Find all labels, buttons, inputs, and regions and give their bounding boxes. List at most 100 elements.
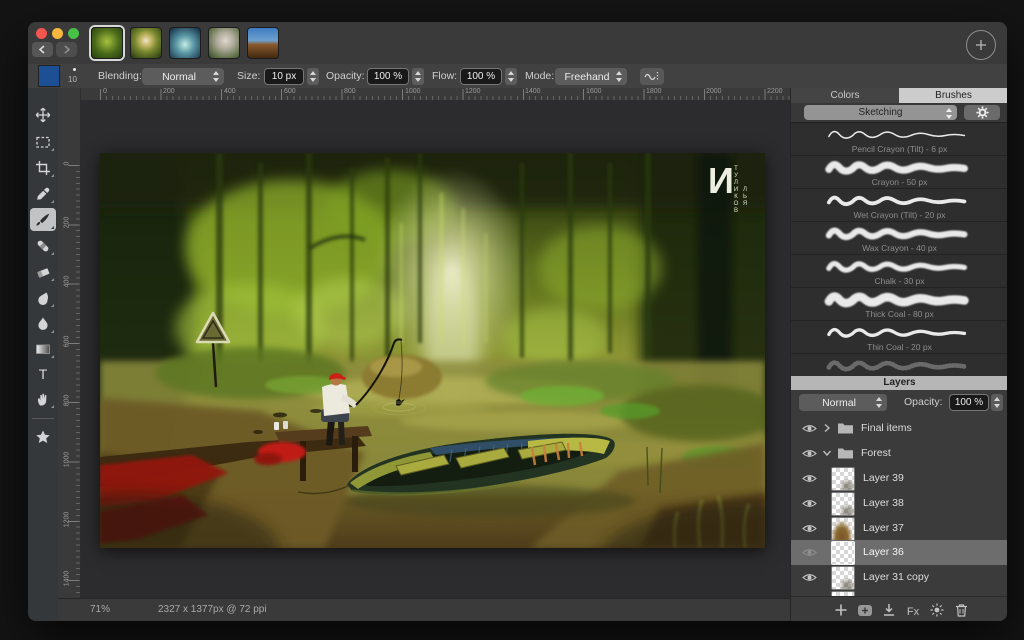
new-document-button[interactable]: [966, 30, 996, 60]
layer-row[interactable]: Layer 38: [791, 491, 1007, 517]
brush-item-partial[interactable]: [791, 353, 1007, 377]
brush-settings-button[interactable]: [964, 105, 1000, 120]
arrow-down-to-line-icon: [882, 603, 896, 617]
visibility-eye-icon[interactable]: [802, 473, 817, 484]
ruler-tick-label: 600: [284, 88, 296, 95]
tab-brushes[interactable]: Brushes: [899, 88, 1007, 103]
tool-move[interactable]: [30, 103, 56, 126]
brush-item[interactable]: Pencil Crayon (Tilt) - 6 px: [791, 122, 1007, 156]
tool-marquee[interactable]: [30, 130, 56, 153]
ruler-tick-label: 1800: [646, 88, 662, 95]
layer-row-group[interactable]: Forest: [791, 441, 1007, 467]
gear-icon: [976, 106, 989, 119]
bandage-icon: [35, 238, 51, 254]
layers-panel-header[interactable]: Layers: [791, 376, 1007, 390]
brush-item[interactable]: Wax Crayon - 40 px: [791, 221, 1007, 255]
close-window-button[interactable]: [36, 28, 47, 39]
ruler-tick-label: 1400: [64, 569, 71, 589]
foreground-color-swatch[interactable]: [38, 65, 60, 87]
brush-stroke-preview: [821, 124, 978, 145]
chevron-down-icon[interactable]: [822, 448, 832, 458]
opacity-stepper[interactable]: [412, 68, 424, 85]
layer-opacity-stepper[interactable]: [991, 394, 1003, 411]
layer-thumbnail[interactable]: [831, 492, 855, 516]
brush-item[interactable]: Chalk - 30 px: [791, 254, 1007, 288]
ruler-tick-label: 1200: [64, 510, 71, 530]
mode-select[interactable]: Freehand: [555, 68, 627, 85]
tool-smudge[interactable]: [30, 286, 56, 309]
layer-blend-mode-select[interactable]: Normal: [799, 394, 887, 411]
water-drop-icon: [35, 316, 51, 332]
tool-favorites[interactable]: [30, 425, 56, 448]
tool-healing-brush[interactable]: [30, 234, 56, 257]
flow-input[interactable]: 100 %: [460, 68, 502, 85]
add-layer-button[interactable]: [830, 601, 852, 619]
tool-paint-brush[interactable]: [30, 208, 56, 231]
delete-layer-button[interactable]: [950, 601, 972, 619]
document-tab-cave[interactable]: [169, 27, 201, 59]
plus-icon: [834, 603, 848, 617]
visibility-eye-icon[interactable]: [802, 547, 817, 558]
size-input[interactable]: 10 px: [264, 68, 304, 85]
size-stepper[interactable]: [307, 68, 319, 85]
ruler-tick-label: 400: [224, 88, 236, 95]
visibility-eye-icon[interactable]: [802, 448, 817, 459]
minimize-window-button[interactable]: [52, 28, 63, 39]
back-button[interactable]: [32, 42, 53, 57]
layer-thumbnail[interactable]: [831, 467, 855, 491]
brush-category-select[interactable]: Sketching: [804, 105, 957, 120]
tool-text[interactable]: T: [30, 362, 56, 385]
document-tab-forest[interactable]: [91, 27, 123, 59]
size-label: Size:: [237, 70, 260, 82]
zoom-window-button[interactable]: [68, 28, 79, 39]
merge-down-button[interactable]: [878, 601, 900, 619]
add-group-button[interactable]: [854, 601, 876, 619]
layer-blend-row: Normal Opacity: 100 %: [791, 390, 1007, 417]
layer-effects-button[interactable]: Fx: [902, 601, 924, 619]
brush-item[interactable]: Crayon - 50 px: [791, 155, 1007, 189]
layer-row-selected[interactable]: Layer 36: [791, 540, 1007, 566]
tab-colors[interactable]: Colors: [791, 88, 899, 103]
visibility-eye-icon[interactable]: [802, 572, 817, 583]
brush-item[interactable]: Thin Coal - 20 px: [791, 320, 1007, 354]
chevron-left-icon: [38, 45, 47, 54]
layer-row-group[interactable]: Final items: [791, 416, 1007, 442]
visibility-eye-icon[interactable]: [802, 498, 817, 509]
layer-thumbnail[interactable]: [831, 517, 855, 541]
brush-item[interactable]: Wet Crayon (Tilt) - 20 px: [791, 188, 1007, 222]
blending-select[interactable]: Normal: [142, 68, 224, 85]
tool-eraser[interactable]: [30, 260, 56, 283]
canvas-image[interactable]: И ТУЛИКОВ ЛЬЯ: [100, 153, 765, 548]
visibility-eye-icon[interactable]: [802, 523, 817, 534]
zoom-level[interactable]: 71%: [90, 604, 110, 615]
visibility-eye-icon[interactable]: [802, 423, 817, 434]
stabilizer-button[interactable]: [640, 68, 664, 85]
tool-color-picker[interactable]: [30, 182, 56, 205]
layer-row[interactable]: Layer 39: [791, 466, 1007, 492]
tool-blur[interactable]: [30, 312, 56, 335]
ruler-tick-label: 600: [64, 332, 71, 352]
document-tab-cat[interactable]: [208, 27, 240, 59]
tool-crop[interactable]: [30, 156, 56, 179]
smudge-blob-icon: [35, 290, 51, 306]
layer-row[interactable]: Layer 37: [791, 516, 1007, 542]
tool-gradient[interactable]: [30, 337, 56, 360]
hand-icon: [35, 391, 51, 407]
svg-text:T: T: [39, 366, 48, 382]
flow-stepper[interactable]: [505, 68, 517, 85]
opacity-input[interactable]: 100 %: [367, 68, 409, 85]
layer-row[interactable]: Layer 31 copy: [791, 565, 1007, 591]
chevron-right-icon[interactable]: [822, 423, 831, 433]
adjustment-button[interactable]: [926, 601, 948, 619]
ruler-tick-label: 1000: [64, 450, 71, 470]
document-tab-orchid[interactable]: [130, 27, 162, 59]
tool-pan[interactable]: [30, 387, 56, 410]
brush-stroke-preview: [821, 190, 978, 211]
layer-opacity-input[interactable]: 100 %: [949, 394, 989, 411]
brush-item[interactable]: Thick Coal - 80 px: [791, 287, 1007, 321]
forward-button[interactable]: [56, 42, 77, 57]
layer-thumbnail[interactable]: [831, 541, 855, 565]
document-tab-landscape[interactable]: [247, 27, 279, 59]
ruler-tick-label: 800: [64, 391, 71, 411]
layer-thumbnail[interactable]: [831, 566, 855, 590]
